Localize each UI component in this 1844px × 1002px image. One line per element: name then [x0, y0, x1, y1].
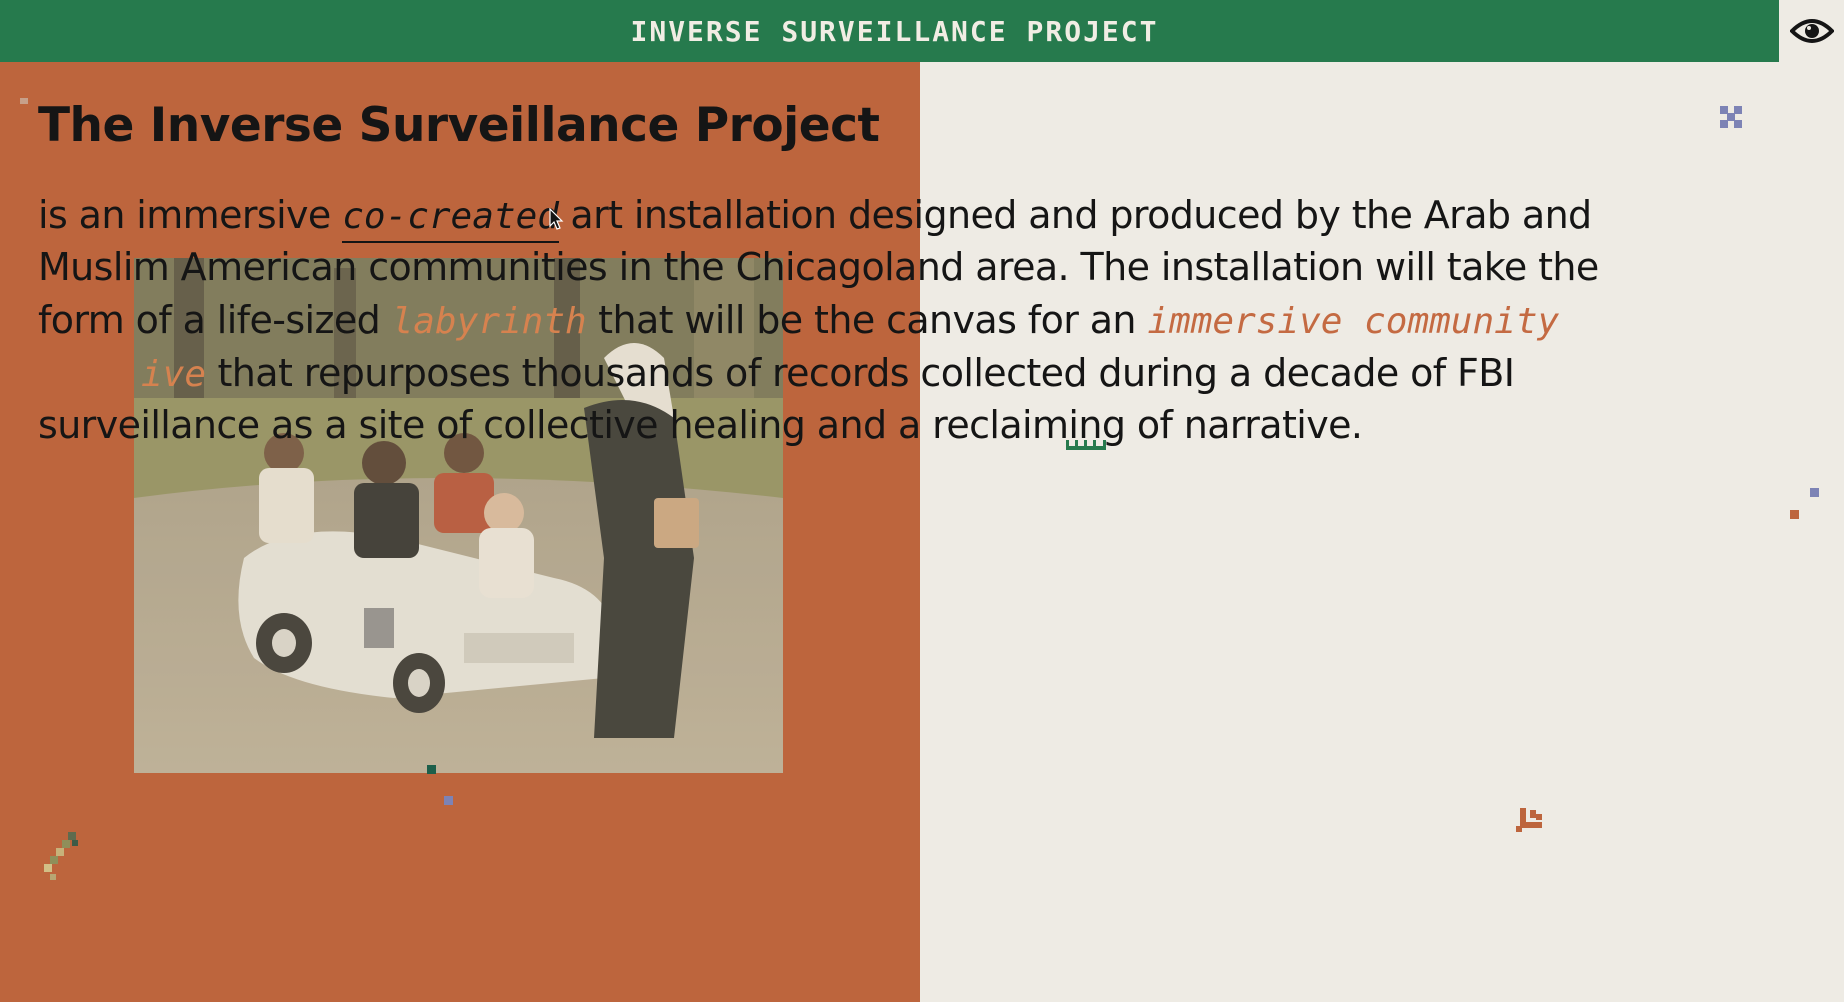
labyrinth-link[interactable]: labyrinth — [392, 301, 587, 342]
pixel-dot — [1790, 510, 1799, 519]
text-segment: that repurposes thousands of records col… — [206, 351, 1515, 395]
pixel-diagonal-glyph-icon — [44, 832, 78, 880]
text-segment: form of a life-sized — [38, 298, 392, 342]
pixel-dot — [444, 796, 453, 805]
co-created-link[interactable]: co-created — [342, 196, 559, 243]
page-title: The Inverse Surveillance Project — [38, 98, 880, 153]
pixel-dot — [20, 98, 28, 104]
intro-line-3: form of a life-sized labyrinth that will… — [38, 301, 1559, 340]
intro-line-5: surveillance as a site of collective hea… — [38, 403, 1363, 447]
text-segment: is an immersive — [38, 193, 343, 237]
pixel-dot — [427, 765, 436, 774]
site-header: INVERSE SURVEILLANCE PROJECT — [0, 0, 1779, 62]
intro-line-2: Muslim American communities in the Chica… — [38, 245, 1599, 289]
text-segment: that will be the canvas for an — [586, 298, 1148, 342]
pixel-dot — [1810, 488, 1819, 497]
text-segment: art installation designed and produced b… — [558, 193, 1592, 237]
intro-line-1: is an immersive co-created art installat… — [38, 193, 1592, 243]
site-title[interactable]: INVERSE SURVEILLANCE PROJECT — [630, 15, 1158, 48]
immersive-community-link[interactable]: immersive community — [1147, 301, 1559, 342]
page: INVERSE SURVEILLANCE PROJECT The Inverse… — [0, 0, 1844, 1002]
mouse-cursor-icon — [549, 208, 564, 230]
pixel-underline-glyph — [1066, 440, 1106, 450]
eye-button[interactable] — [1779, 0, 1844, 62]
eye-icon — [1789, 19, 1834, 43]
pixel-arabic-glyph-icon — [1516, 808, 1542, 832]
pixel-glyph-icon — [1720, 106, 1742, 128]
intro-line-4: ive that repurposes thousands of records… — [38, 351, 1515, 395]
immersive-continuation-link[interactable]: ive — [141, 354, 206, 395]
